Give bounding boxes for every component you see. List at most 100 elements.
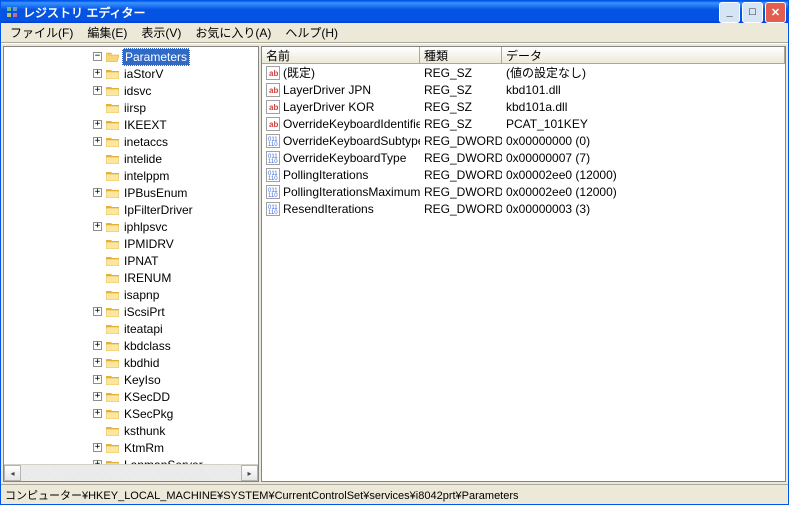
list-row[interactable]: LayerDriver KORREG_SZkbd101a.dll xyxy=(262,98,785,115)
tree-item[interactable]: + kbdclass xyxy=(93,337,233,354)
menu-edit[interactable]: 編集(E) xyxy=(80,22,134,43)
list-row[interactable]: OverrideKeyboardSubtypeREG_DWORD0x000000… xyxy=(262,132,785,149)
list-row[interactable]: ResendIterationsREG_DWORD0x00000003 (3) xyxy=(262,200,785,217)
column-header-name[interactable]: 名前 xyxy=(262,47,420,63)
list-row[interactable]: (既定)REG_SZ(値の設定なし) xyxy=(262,64,785,81)
column-header-data[interactable]: データ xyxy=(502,47,785,63)
titlebar[interactable]: レジストリ エディター _ □ ✕ xyxy=(1,1,788,23)
tree-item[interactable]: − Parameters xyxy=(93,48,233,65)
tree-item[interactable]: + iaStorV xyxy=(93,65,233,82)
tree-item-label[interactable]: iScsiPrt xyxy=(122,304,167,320)
tree-item[interactable]: + KtmRm xyxy=(93,439,233,456)
tree-item-label[interactable]: iirsp xyxy=(122,100,148,116)
tree-item[interactable]: + KSecDD xyxy=(93,388,233,405)
minimize-button[interactable]: _ xyxy=(719,2,740,23)
tree-item-label[interactable]: inetaccs xyxy=(122,134,170,150)
expand-icon[interactable]: + xyxy=(93,222,102,231)
expand-icon[interactable]: + xyxy=(93,341,102,350)
tree-item[interactable]: + inetaccs xyxy=(93,133,233,150)
column-header-type[interactable]: 種類 xyxy=(420,47,502,63)
tree-body[interactable]: − Parameters + iaStorV + idsvciirsp + IKEEXT + in… xyxy=(4,47,258,464)
tree-item[interactable]: IRENUM xyxy=(93,269,233,286)
value-name-cell: (既定) xyxy=(262,64,420,81)
tree-item-label[interactable]: idsvc xyxy=(122,83,153,99)
collapse-icon[interactable]: − xyxy=(93,52,102,61)
expand-icon[interactable]: + xyxy=(93,375,102,384)
close-button[interactable]: ✕ xyxy=(765,2,786,23)
tree-item-label[interactable]: isapnp xyxy=(122,287,161,303)
expand-icon[interactable]: + xyxy=(93,358,102,367)
folder-open-icon xyxy=(106,51,119,62)
tree-item-label[interactable]: IKEEXT xyxy=(122,117,169,133)
tree-item[interactable]: + idsvc xyxy=(93,82,233,99)
tree-item[interactable]: + kbdhid xyxy=(93,354,233,371)
content-area: − Parameters + iaStorV + idsvciirsp + IKEEXT + in… xyxy=(1,43,788,484)
tree-item-label[interactable]: iphlpsvc xyxy=(122,219,169,235)
tree-item[interactable]: IPMIDRV xyxy=(93,235,233,252)
tree-item[interactable]: + IKEEXT xyxy=(93,116,233,133)
menu-file[interactable]: ファイル(F) xyxy=(3,22,80,43)
tree-item-label[interactable]: IPBusEnum xyxy=(122,185,189,201)
tree-item[interactable]: iirsp xyxy=(93,99,233,116)
expand-icon[interactable]: + xyxy=(93,460,102,464)
tree-item-label[interactable]: IPNAT xyxy=(122,253,160,269)
tree-item[interactable]: + LanmanServer xyxy=(93,456,233,464)
tree-item-label[interactable]: KSecPkg xyxy=(122,406,175,422)
expand-icon[interactable]: + xyxy=(93,69,102,78)
list-row[interactable]: LayerDriver JPNREG_SZkbd101.dll xyxy=(262,81,785,98)
tree-item[interactable]: + IPBusEnum xyxy=(93,184,233,201)
tree-item-label[interactable]: KeyIso xyxy=(122,372,163,388)
menu-favorites[interactable]: お気に入り(A) xyxy=(188,22,278,43)
expand-icon[interactable]: + xyxy=(93,137,102,146)
tree-item[interactable]: + KSecPkg xyxy=(93,405,233,422)
string-value-icon xyxy=(266,66,280,80)
tree-item[interactable]: + KeyIso xyxy=(93,371,233,388)
value-data-cell: 0x00002ee0 (12000) xyxy=(502,185,785,199)
tree-item-label[interactable]: iteatapi xyxy=(122,321,165,337)
tree-item[interactable]: intelide xyxy=(93,150,233,167)
tree-item-label[interactable]: Parameters xyxy=(122,48,190,66)
tree-item[interactable]: + iphlpsvc xyxy=(93,218,233,235)
tree-item-label[interactable]: ksthunk xyxy=(122,423,167,439)
tree-item[interactable]: + iScsiPrt xyxy=(93,303,233,320)
folder-icon xyxy=(106,408,119,419)
tree-item-label[interactable]: intelppm xyxy=(122,168,171,184)
tree-item-label[interactable]: kbdhid xyxy=(122,355,161,371)
tree-scrollbar-horizontal[interactable]: ◂ ▸ xyxy=(4,464,258,481)
expand-icon[interactable]: + xyxy=(93,188,102,197)
menu-view[interactable]: 表示(V) xyxy=(134,22,188,43)
tree-item-label[interactable]: KtmRm xyxy=(122,440,166,456)
tree-item-label[interactable]: IpFilterDriver xyxy=(122,202,195,218)
folder-icon xyxy=(106,221,119,232)
list-row[interactable]: OverrideKeyboardTypeREG_DWORD0x00000007 … xyxy=(262,149,785,166)
list-row[interactable]: OverrideKeyboardIdentifierREG_SZPCAT_101… xyxy=(262,115,785,132)
tree-item[interactable]: ksthunk xyxy=(93,422,233,439)
tree-item[interactable]: intelppm xyxy=(93,167,233,184)
expand-icon[interactable]: + xyxy=(93,86,102,95)
scroll-left-button[interactable]: ◂ xyxy=(4,465,21,481)
list-row[interactable]: PollingIterationsMaximumREG_DWORD0x00002… xyxy=(262,183,785,200)
expand-icon[interactable]: + xyxy=(93,392,102,401)
list-body[interactable]: (既定)REG_SZ(値の設定なし)LayerDriver JPNREG_SZk… xyxy=(262,64,785,481)
list-row[interactable]: PollingIterationsREG_DWORD0x00002ee0 (12… xyxy=(262,166,785,183)
scroll-track[interactable] xyxy=(21,465,241,481)
expand-icon[interactable]: + xyxy=(93,120,102,129)
tree-item[interactable]: IPNAT xyxy=(93,252,233,269)
tree-item-label[interactable]: kbdclass xyxy=(122,338,173,354)
tree-item-label[interactable]: iaStorV xyxy=(122,66,165,82)
maximize-button[interactable]: □ xyxy=(742,2,763,23)
tree-item[interactable]: IpFilterDriver xyxy=(93,201,233,218)
menu-help[interactable]: ヘルプ(H) xyxy=(278,22,345,43)
expand-icon[interactable]: + xyxy=(93,409,102,418)
tree-item[interactable]: iteatapi xyxy=(93,320,233,337)
tree-item-label[interactable]: IRENUM xyxy=(122,270,173,286)
tree-item-label[interactable]: LanmanServer xyxy=(122,457,205,465)
tree-item[interactable]: isapnp xyxy=(93,286,233,303)
tree-item-label[interactable]: intelide xyxy=(122,151,164,167)
tree-item-label[interactable]: IPMIDRV xyxy=(122,236,176,252)
expand-icon[interactable]: + xyxy=(93,307,102,316)
expand-icon[interactable]: + xyxy=(93,443,102,452)
folder-icon xyxy=(106,289,119,300)
tree-item-label[interactable]: KSecDD xyxy=(122,389,172,405)
scroll-right-button[interactable]: ▸ xyxy=(241,465,258,481)
